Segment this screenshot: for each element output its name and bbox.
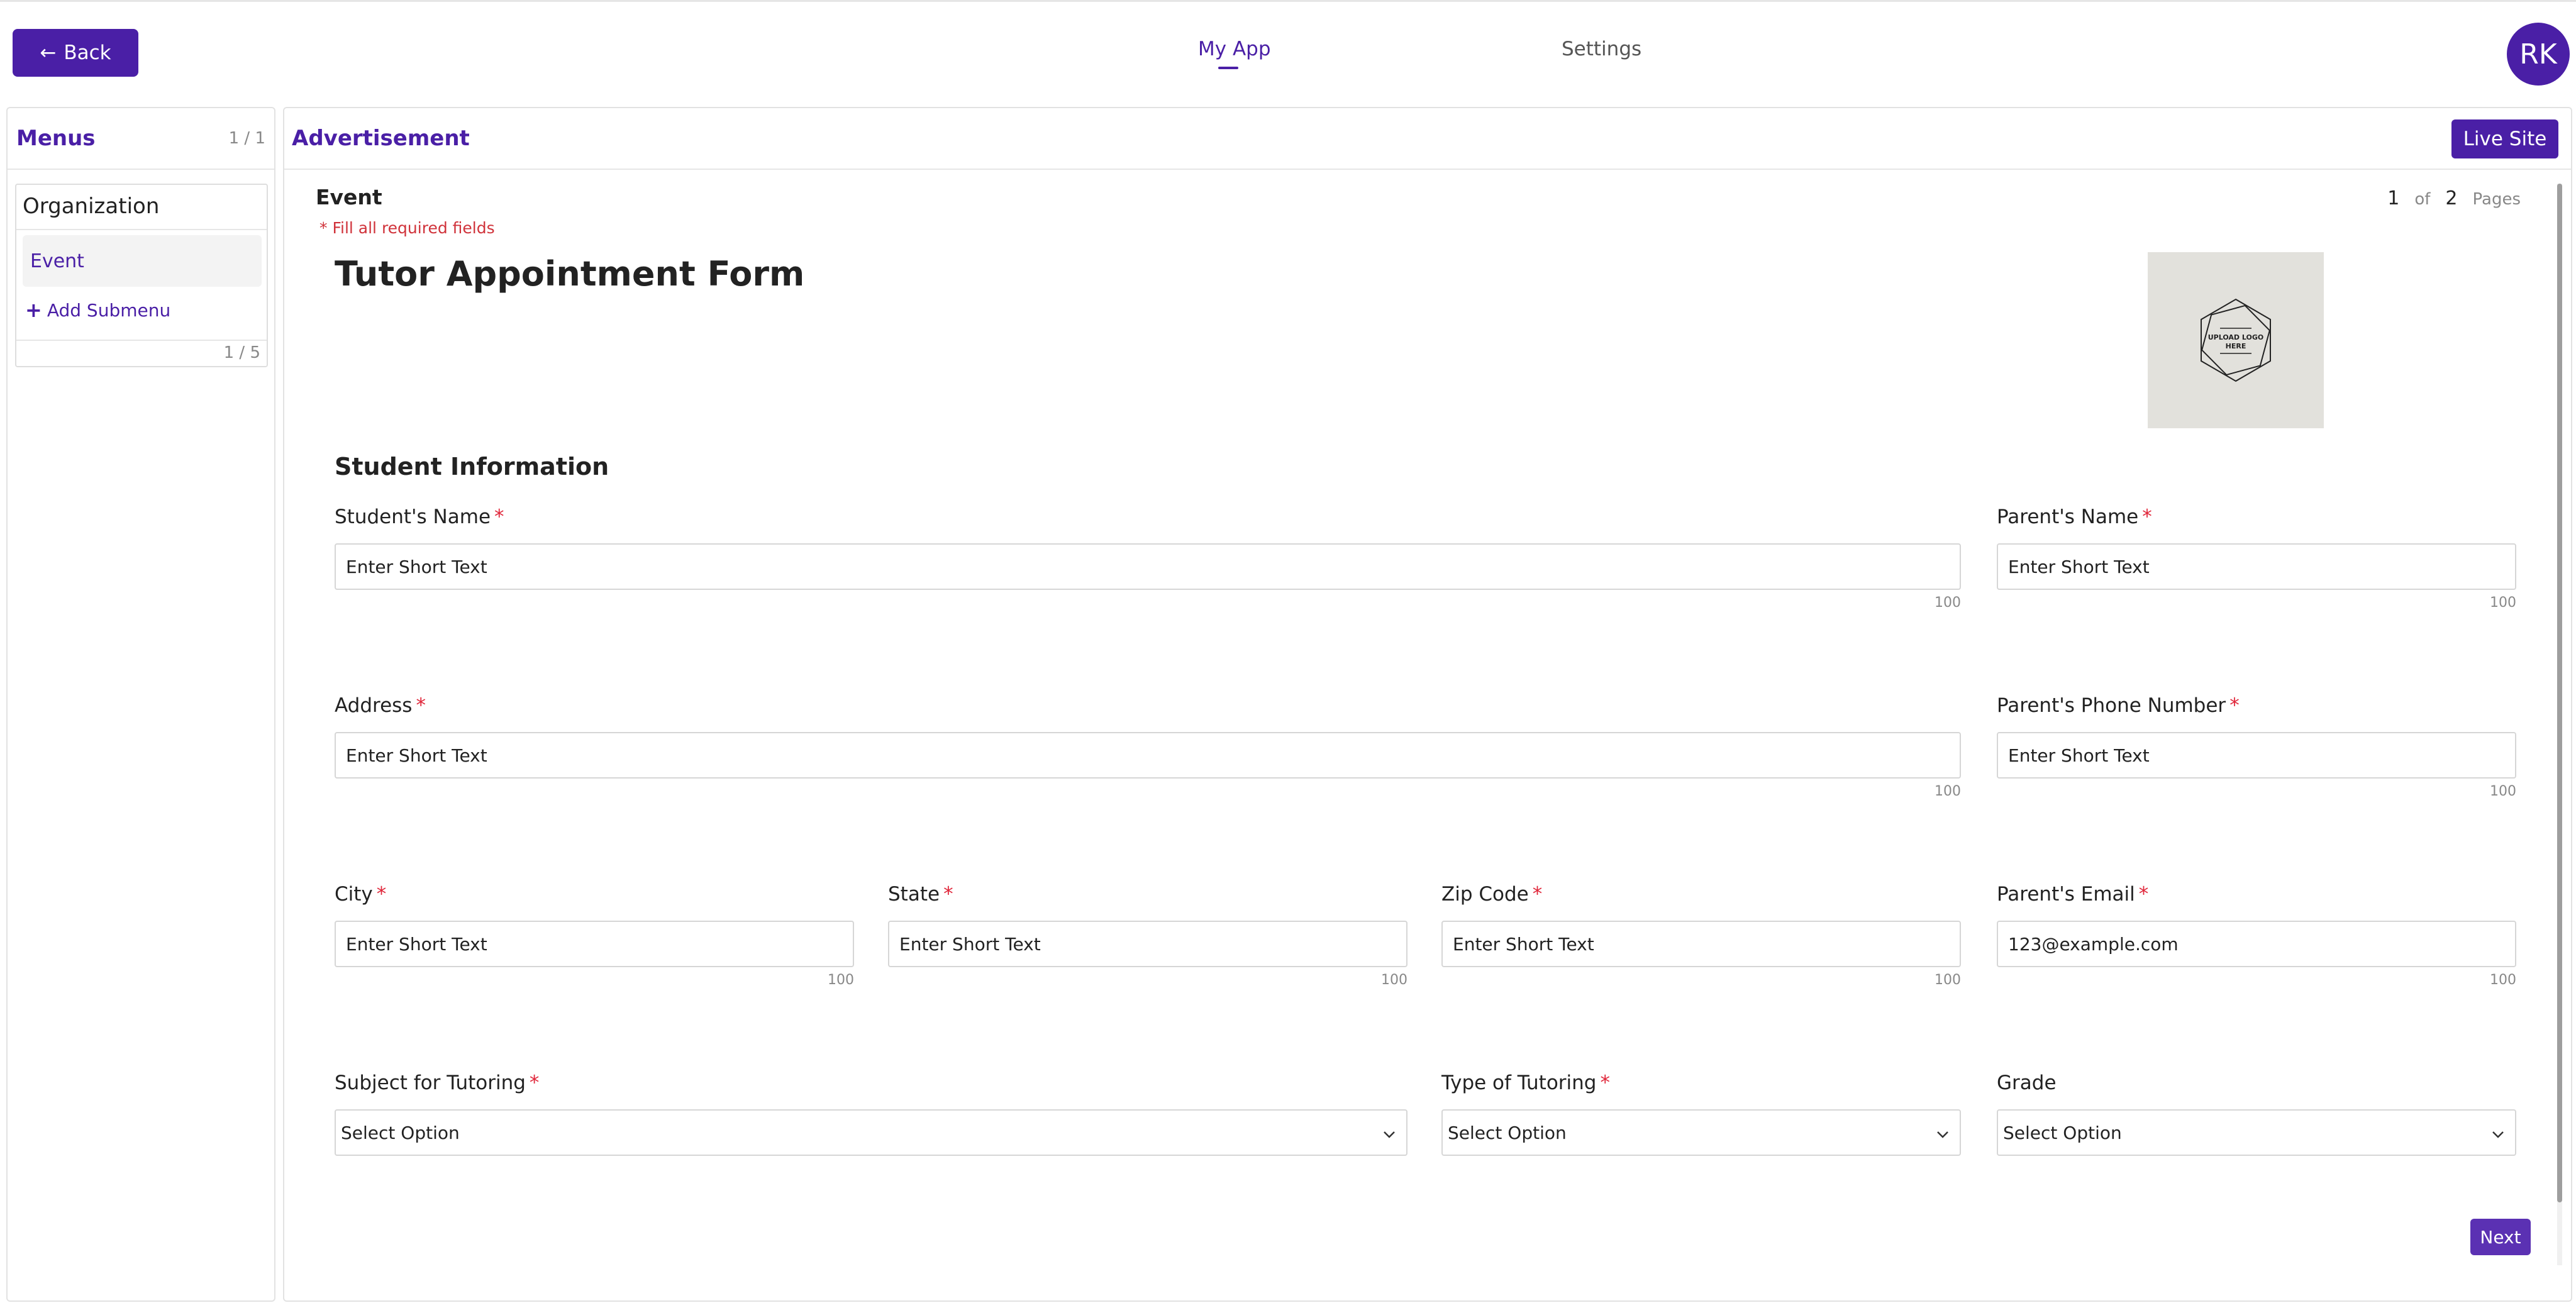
back-label: Back <box>64 42 111 64</box>
pager-total: 2 <box>2445 187 2458 209</box>
back-button[interactable]: ← Back <box>13 29 138 77</box>
upload-logo[interactable]: UPLOAD LOGO HERE <box>2148 252 2324 428</box>
logo-placeholder-icon: UPLOAD LOGO HERE <box>2201 298 2271 382</box>
organization-title: Organization <box>16 185 267 230</box>
zip-label: Zip Code * <box>1441 883 1543 906</box>
address-counter: 100 <box>1935 784 1961 799</box>
sidebar-title: Menus <box>16 126 96 151</box>
zip-field: Zip Code * Enter Short Text 100 <box>1441 883 1961 988</box>
required-note: * Fill all required fields <box>319 219 495 237</box>
scrollbar-thumb[interactable] <box>2557 184 2562 1202</box>
main-title: Advertisement <box>292 126 470 151</box>
live-site-button[interactable]: Live Site <box>2451 119 2558 158</box>
subject-field: Subject for Tutoring * Select Option <box>335 1072 1407 1156</box>
subject-label: Subject for Tutoring * <box>335 1072 540 1094</box>
address-field: Address * Enter Short Text 100 <box>335 694 1961 799</box>
add-submenu-label: Add Submenu <box>47 299 171 321</box>
user-avatar[interactable]: RK <box>2507 23 2570 86</box>
zip-counter: 100 <box>1935 972 1961 988</box>
section-title: Student Information <box>335 453 609 480</box>
chevron-down-icon <box>2491 1123 2505 1143</box>
parent-email-input[interactable]: 123@example.com <box>1997 921 2516 967</box>
main-header: Advertisement Live Site <box>284 108 2571 170</box>
tab-settings[interactable]: Settings <box>1562 38 1641 60</box>
parent-name-input[interactable]: Enter Short Text <box>1997 543 2516 590</box>
arrow-left-icon: ← <box>40 42 57 64</box>
event-label: Event <box>316 185 382 209</box>
pager-pages: Pages <box>2472 190 2521 209</box>
active-tab-indicator <box>1218 67 1238 69</box>
state-counter: 100 <box>1381 972 1407 988</box>
add-submenu-button[interactable]: + Add Submenu <box>25 298 170 322</box>
parent-phone-field: Parent's Phone Number * Enter Short Text … <box>1997 694 2516 799</box>
sidebar-header: Menus 1 / 1 <box>8 108 274 170</box>
sidebar: Menus 1 / 1 Organization Event + Add Sub… <box>6 107 275 1302</box>
grade-label: Grade <box>1997 1072 2057 1094</box>
submenu-count: 1 / 5 <box>16 340 267 366</box>
student-name-label: Student's Name * <box>335 506 504 528</box>
tab-settings-label: Settings <box>1562 38 1642 60</box>
state-input[interactable]: Enter Short Text <box>888 921 1407 967</box>
subject-select-value: Select Option <box>341 1122 460 1143</box>
state-label: State * <box>888 883 953 906</box>
city-counter: 100 <box>828 972 854 988</box>
tutoring-type-select-value: Select Option <box>1448 1122 1567 1143</box>
parent-phone-input[interactable]: Enter Short Text <box>1997 732 2516 779</box>
sidebar-count: 1 / 1 <box>228 129 265 148</box>
tab-my-app[interactable]: My App <box>1198 38 1271 69</box>
form-title: Tutor Appointment Form <box>335 254 805 294</box>
grade-select[interactable]: Select Option <box>1997 1109 2516 1156</box>
student-name-counter: 100 <box>1935 595 1961 611</box>
address-label: Address * <box>335 694 426 717</box>
parent-email-field: Parent's Email * 123@example.com 100 <box>1997 883 2516 988</box>
subject-select[interactable]: Select Option <box>335 1109 1407 1156</box>
pager: 1 of 2 Pages <box>2387 187 2521 209</box>
zip-input[interactable]: Enter Short Text <box>1441 921 1961 967</box>
grade-select-value: Select Option <box>2003 1122 2122 1143</box>
student-name-field: Student's Name * Enter Short Text 100 <box>335 506 1961 611</box>
parent-phone-label: Parent's Phone Number * <box>1997 694 2240 717</box>
sidebar-item-event[interactable]: Event <box>23 235 262 287</box>
parent-email-label: Parent's Email * <box>1997 883 2149 906</box>
state-field: State * Enter Short Text 100 <box>888 883 1407 988</box>
tutoring-type-select[interactable]: Select Option <box>1441 1109 1961 1156</box>
parent-phone-counter: 100 <box>2490 784 2516 799</box>
parent-name-counter: 100 <box>2490 595 2516 611</box>
pager-current: 1 <box>2387 187 2400 209</box>
student-name-input[interactable]: Enter Short Text <box>335 543 1961 590</box>
parent-name-label: Parent's Name * <box>1997 506 2152 528</box>
chevron-down-icon <box>1936 1123 1950 1143</box>
parent-name-field: Parent's Name * Enter Short Text 100 <box>1997 506 2516 611</box>
parent-email-counter: 100 <box>2490 972 2516 988</box>
tutoring-type-label: Type of Tutoring * <box>1441 1072 1610 1094</box>
city-input[interactable]: Enter Short Text <box>335 921 854 967</box>
main-panel: Advertisement Live Site Event * Fill all… <box>283 107 2572 1302</box>
top-border <box>0 0 2576 2</box>
grade-field: Grade Select Option <box>1997 1072 2516 1156</box>
city-field: City * Enter Short Text 100 <box>335 883 854 988</box>
organization-menu: Organization Event + Add Submenu 1 / 5 <box>15 184 268 367</box>
scrollbar[interactable] <box>2557 184 2562 1265</box>
next-button[interactable]: Next <box>2470 1219 2531 1255</box>
logo-text-1: UPLOAD LOGO <box>2208 333 2264 341</box>
tab-my-app-label: My App <box>1198 38 1271 60</box>
plus-icon: + <box>25 298 42 322</box>
city-label: City * <box>335 883 387 906</box>
address-input[interactable]: Enter Short Text <box>335 732 1961 779</box>
tutoring-type-field: Type of Tutoring * Select Option <box>1441 1072 1961 1156</box>
chevron-down-icon <box>1382 1123 1396 1143</box>
pager-of: of <box>2414 190 2431 209</box>
logo-text-2: HERE <box>2226 342 2246 350</box>
